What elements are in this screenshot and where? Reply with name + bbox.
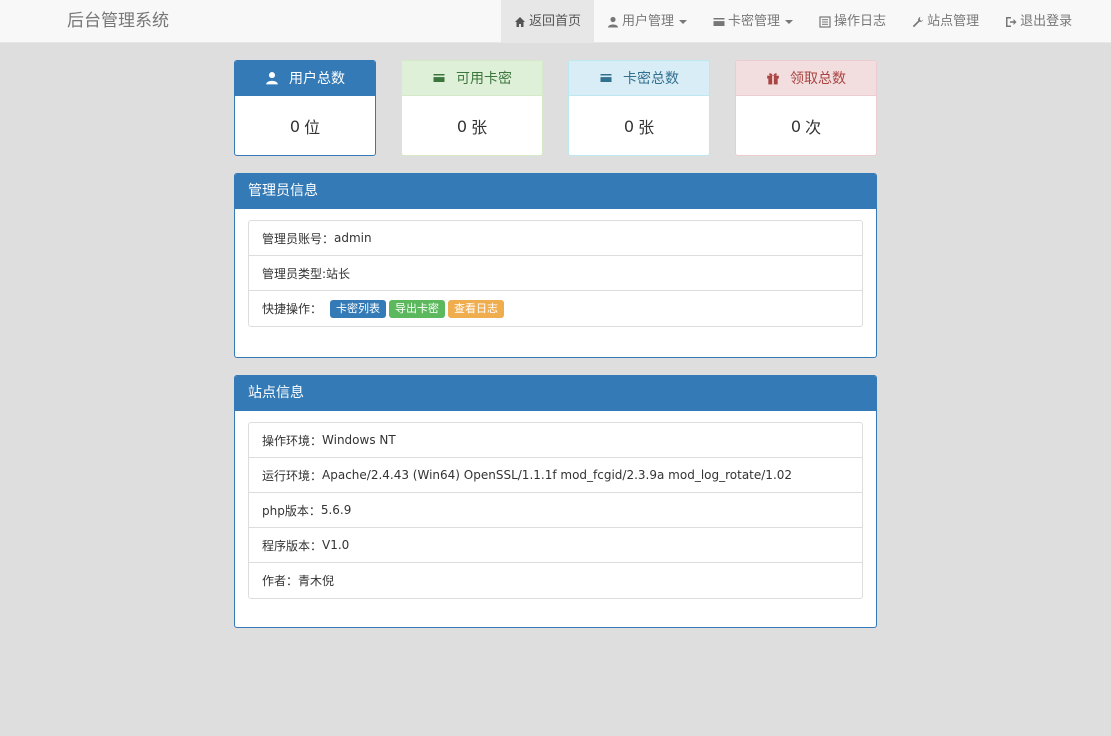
stat-card-title: 领取总数 — [790, 71, 846, 87]
caret-down-icon — [679, 19, 688, 24]
stat-unit: 张 — [471, 118, 488, 137]
top-navbar: 后台管理系统 返回首页 用户管理 卡密管理 操作日志 站点管理 退出登录 — [0, 0, 1111, 43]
card-list-button[interactable]: 卡密列表 — [330, 299, 387, 318]
export-cards-button[interactable]: 导出卡密 — [389, 299, 446, 318]
stat-value: 0 — [623, 116, 635, 136]
nav-operation-log-label: 操作日志 — [834, 14, 887, 29]
author-label: 作者： — [262, 574, 299, 588]
author-value: 青木倪 — [298, 574, 335, 588]
php-version-value: 5.6.9 — [320, 503, 352, 517]
server-env-label: 运行环境： — [262, 468, 323, 483]
stat-card-body: 0 张 — [569, 96, 709, 155]
stat-card-title: 卡密总数 — [623, 71, 679, 87]
nav-card-manage[interactable]: 卡密管理 — [700, 0, 806, 43]
nav-logout-label: 退出登录 — [1020, 14, 1073, 29]
stat-value: 0 — [456, 116, 468, 136]
admin-info-list: 管理员账号： admin 管理员类型: 站长 快捷操作： 卡密列表 导出卡密 查… — [248, 220, 863, 327]
user-icon — [608, 16, 619, 27]
stat-card-total-cards: 卡密总数 0 张 — [568, 60, 710, 156]
nav-site-manage[interactable]: 站点管理 — [899, 0, 992, 43]
server-env-value: Apache/2.4.43 (Win64) OpenSSL/1.1.1f mod… — [322, 468, 793, 482]
list-item: 管理员类型: 站长 — [249, 256, 862, 291]
panel-title: 站点信息 — [235, 376, 876, 411]
nav-card-manage-label: 卡密管理 — [728, 14, 781, 29]
php-version-label: php版本： — [262, 503, 321, 518]
admin-info-panel: 管理员信息 管理员账号： admin 管理员类型: 站长 快捷操作： 卡密列表 … — [234, 173, 877, 358]
stat-card-title: 用户总数 — [289, 71, 345, 87]
stat-card-header: 卡密总数 — [569, 61, 709, 96]
admin-account-value: admin — [334, 231, 372, 245]
caret-down-icon — [785, 19, 794, 24]
admin-type-value: 站长 — [326, 266, 351, 281]
list-item: 作者： 青木倪 — [249, 563, 862, 598]
wrench-icon — [912, 16, 924, 27]
stat-card-title: 可用卡密 — [456, 71, 512, 87]
program-version-value: V1.0 — [322, 538, 350, 552]
stat-value: 0 — [790, 116, 802, 136]
list-alt-icon — [819, 15, 831, 28]
stat-card-available-cards: 可用卡密 0 张 — [401, 60, 543, 156]
nav-user-manage[interactable]: 用户管理 — [594, 0, 700, 43]
list-item: 程序版本： V1.0 — [249, 528, 862, 563]
view-logs-button[interactable]: 查看日志 — [448, 299, 505, 318]
site-info-panel: 站点信息 操作环境： Windows NT 运行环境： Apache/2.4.4… — [234, 375, 877, 628]
stat-card-header: 用户总数 — [235, 61, 375, 96]
stat-card-users: 用户总数 0 位 — [234, 60, 376, 156]
nav-operation-log[interactable]: 操作日志 — [806, 0, 899, 43]
list-item: 快捷操作： 卡密列表 导出卡密 查看日志 — [249, 291, 862, 326]
admin-type-label: 管理员类型: — [262, 266, 327, 281]
credit-card-icon — [713, 17, 725, 26]
list-item: 操作环境： Windows NT — [249, 423, 862, 458]
home-icon — [515, 16, 525, 27]
log-out-icon — [1006, 16, 1017, 27]
user-icon — [266, 72, 278, 85]
stat-card-header: 可用卡密 — [402, 61, 542, 96]
site-info-list: 操作环境： Windows NT 运行环境： Apache/2.4.43 (Wi… — [248, 422, 863, 599]
stat-card-claims: 领取总数 0 次 — [735, 60, 877, 156]
stat-unit: 张 — [638, 118, 655, 137]
nav-user-manage-label: 用户管理 — [622, 14, 675, 29]
list-item: 管理员账号： admin — [249, 221, 862, 256]
gift-icon — [767, 73, 779, 85]
os-value: Windows NT — [322, 433, 396, 447]
credit-card-icon — [600, 74, 612, 82]
stat-card-body: 0 张 — [402, 96, 542, 155]
nav-logout[interactable]: 退出登录 — [992, 0, 1085, 43]
nav-home[interactable]: 返回首页 — [501, 0, 595, 43]
nav-home-label: 返回首页 — [529, 14, 582, 29]
main-nav: 返回首页 用户管理 卡密管理 操作日志 站点管理 退出登录 — [501, 0, 1085, 43]
stat-value: 0 — [289, 116, 301, 136]
list-item: 运行环境： Apache/2.4.43 (Win64) OpenSSL/1.1.… — [249, 458, 862, 493]
admin-account-label: 管理员账号： — [262, 231, 335, 246]
panel-title: 管理员信息 — [235, 174, 876, 209]
stat-unit: 次 — [805, 118, 822, 137]
os-label: 操作环境： — [262, 433, 323, 448]
stat-unit: 位 — [304, 118, 321, 137]
stat-card-body: 0 次 — [736, 96, 876, 155]
stat-card-body: 0 位 — [235, 96, 375, 155]
stat-card-header: 领取总数 — [736, 61, 876, 96]
credit-card-icon — [433, 74, 445, 82]
list-item: php版本： 5.6.9 — [249, 493, 862, 528]
brand-title[interactable]: 后台管理系统 — [67, 0, 169, 43]
quick-actions-label: 快捷操作： — [262, 302, 323, 316]
nav-site-manage-label: 站点管理 — [927, 14, 980, 29]
program-version-label: 程序版本： — [262, 538, 323, 553]
